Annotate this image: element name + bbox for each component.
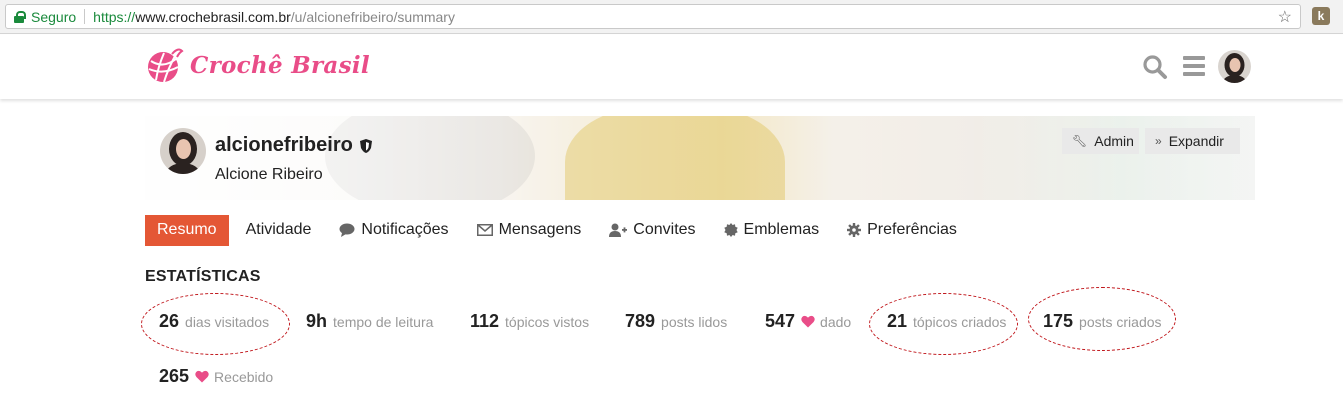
stat-read-time: 9h tempo de leitura (306, 311, 433, 332)
user-plus-icon (609, 223, 628, 237)
lock-icon (14, 10, 26, 23)
search-icon[interactable] (1142, 54, 1168, 80)
address-bar[interactable]: Seguro https://www.crochebrasil.com.br/u… (5, 4, 1301, 29)
site-header: Crochê Brasil (0, 35, 1343, 99)
tab-label: Resumo (157, 221, 217, 238)
stat-value: 112 (470, 311, 500, 331)
admin-button-label: Admin (1094, 133, 1134, 149)
stat-likes-received: 265 Recebido (159, 366, 273, 387)
tab-preferences[interactable]: Preferências (847, 215, 957, 246)
browser-toolbar: Seguro https://www.crochebrasil.com.br/u… (0, 0, 1343, 34)
bookmark-star-icon[interactable]: ☆ (1278, 7, 1292, 27)
profile-banner: alcionefribeiro Alcione Ribeiro 🔧︎ Admin … (145, 116, 1255, 200)
tab-notifications[interactable]: Notificações (339, 215, 449, 246)
stat-value: 789 (625, 311, 656, 331)
annotation-circle (1028, 287, 1176, 351)
annotation-circle (869, 293, 1018, 355)
secure-label: Seguro (31, 8, 77, 25)
hamburger-menu-icon[interactable] (1183, 56, 1205, 76)
profile-tabs: Resumo Atividade Notificações Mensagens … (145, 214, 985, 246)
stat-label: posts lidos (661, 314, 728, 330)
stat-topics-viewed: 112 tópicos vistos (470, 311, 589, 332)
stat-posts-read: 789 posts lidos (625, 311, 727, 332)
gear-icon (847, 223, 862, 237)
stat-value: 9h (306, 311, 328, 331)
url-host: www.crochebrasil.com.br (135, 8, 291, 25)
username: alcionefribeiro (215, 134, 353, 156)
stat-label: tempo de leitura (333, 314, 434, 330)
tab-label: Notificações (361, 221, 449, 238)
tab-invites[interactable]: Convites (609, 215, 696, 246)
expand-button[interactable]: » Expandir (1145, 128, 1240, 154)
expand-button-label: Expandir (1168, 133, 1224, 149)
heart-icon (801, 315, 815, 328)
divider (84, 9, 86, 24)
site-logo[interactable]: Crochê Brasil (144, 45, 370, 85)
heart-icon (195, 370, 209, 383)
avatar-image (1218, 50, 1251, 83)
extension-icon[interactable]: k (1312, 7, 1330, 25)
url-scheme: https:// (93, 8, 136, 25)
stats-heading: ESTATÍSTICAS (145, 268, 261, 285)
stat-label: tópicos vistos (505, 314, 590, 330)
double-chevron-down-icon: » (1155, 134, 1162, 148)
stat-value: 265 (159, 366, 190, 386)
tab-activity[interactable]: Atividade (246, 215, 312, 246)
tab-summary[interactable]: Resumo (145, 214, 229, 246)
certificate-icon (723, 223, 738, 237)
username-heading: alcionefribeiro (215, 134, 373, 157)
comment-icon (339, 223, 355, 237)
tab-label: Atividade (245, 221, 312, 238)
tab-label: Mensagens (498, 221, 582, 238)
avatar-image (160, 128, 206, 174)
wrench-icon: 🔧︎ (1072, 134, 1088, 148)
tab-badges[interactable]: Emblemas (723, 215, 820, 246)
url-path: /u/alcionefribeiro/summary (290, 8, 455, 25)
tab-label: Preferências (867, 221, 957, 238)
stat-label: Recebido (214, 369, 274, 385)
profile-avatar[interactable] (160, 128, 206, 174)
stat-value: 547 (765, 311, 796, 331)
full-name: Alcione Ribeiro (215, 166, 323, 183)
user-avatar[interactable] (1218, 50, 1251, 83)
envelope-icon (476, 224, 493, 236)
annotation-circle (141, 293, 290, 355)
shield-icon (359, 138, 372, 153)
logo-text: Crochê Brasil (190, 51, 370, 79)
tab-label: Convites (633, 221, 696, 238)
yarn-ball-icon (148, 48, 184, 83)
admin-button[interactable]: 🔧︎ Admin (1062, 128, 1139, 154)
tab-label: Emblemas (743, 221, 820, 238)
stat-likes-given: 547 dado (765, 311, 851, 332)
stat-label: dado (820, 314, 852, 330)
tab-messages[interactable]: Mensagens (476, 215, 582, 246)
